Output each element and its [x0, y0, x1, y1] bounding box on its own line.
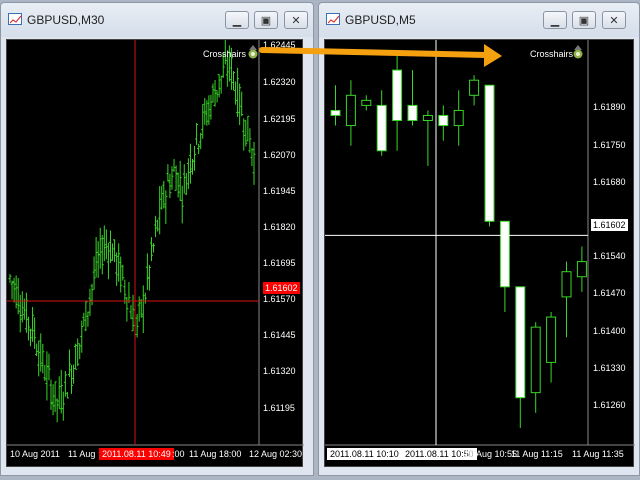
- candle-body: [561, 271, 572, 298]
- crosshair-time-tag: 2011.08.11 10:10: [327, 448, 402, 460]
- crosshair-time-tag: 2011.08.11 10:49: [99, 448, 174, 460]
- candle-body: [376, 104, 387, 152]
- price-label: 1.62320: [263, 77, 296, 87]
- minimize-button[interactable]: ▁: [543, 11, 567, 29]
- close-icon: ✕: [291, 14, 301, 27]
- candle-body: [484, 84, 495, 222]
- candle-body: [499, 220, 510, 288]
- chart-app-icon: [326, 13, 340, 25]
- minimize-icon: ▁: [550, 14, 560, 27]
- candle-body: [438, 114, 449, 127]
- price-label: 1.61195: [263, 403, 295, 413]
- close-button[interactable]: ✕: [602, 11, 626, 29]
- price-label: 1.61820: [263, 222, 296, 232]
- window-title: GBPUSD,M30: [27, 13, 105, 27]
- current-price-tag: 1.61602: [591, 219, 628, 231]
- candle-body: [530, 326, 541, 394]
- candles-plot: [325, 40, 635, 446]
- price-label: 1.62445: [263, 40, 296, 50]
- price-label: 1.61680: [593, 177, 626, 187]
- price-label: 1.61540: [593, 251, 626, 261]
- price-label: 1.61470: [593, 288, 626, 298]
- price-label: 1.61945: [263, 186, 296, 196]
- time-label: :00: [172, 449, 185, 459]
- candle-body: [546, 316, 557, 363]
- candle-body: [422, 114, 433, 122]
- chart-window-m5[interactable]: GBPUSD,M5 ▁ ▣ ✕ Crosshairs 1.61890 1.617…: [318, 2, 640, 476]
- time-label: 11 Aug 11:15: [511, 449, 563, 459]
- price-label: 1.61695: [263, 258, 296, 268]
- price-label: 1.62195: [263, 114, 296, 124]
- time-label: 11 Aug 18:00: [189, 449, 242, 459]
- crosshairs-wizard-icon: [246, 45, 260, 59]
- maximize-icon: ▣: [578, 14, 590, 27]
- maximize-icon: ▣: [260, 14, 272, 27]
- time-label: 10 Aug 2011: [10, 449, 60, 459]
- candle-body: [469, 79, 480, 96]
- price-chart[interactable]: Crosshairs 1.61890 1.61750 1.61680 1.615…: [324, 39, 635, 467]
- time-label: 12 Aug 02:30: [249, 449, 303, 459]
- price-chart[interactable]: Crosshairs 1.62445 1.62320 1.62195 1.620…: [6, 39, 304, 467]
- price-label: 1.61750: [593, 140, 626, 150]
- close-button[interactable]: ✕: [284, 11, 308, 29]
- title-bar[interactable]: GBPUSD,M5 ▁ ▣ ✕: [319, 3, 639, 37]
- candles-plot: [7, 40, 304, 446]
- time-label: 10 Aug 10:55: [464, 449, 518, 459]
- candle-body: [407, 104, 418, 122]
- minimize-icon: ▁: [232, 14, 242, 27]
- close-icon: ✕: [609, 14, 619, 27]
- chart-window-m30[interactable]: GBPUSD,M30 ▁ ▣ ✕ Crosshairs 1.62445 1.62…: [0, 2, 314, 476]
- title-bar[interactable]: GBPUSD,M30 ▁ ▣ ✕: [1, 3, 313, 37]
- price-label: 1.61445: [263, 330, 296, 340]
- time-label: 11 Aug: [68, 449, 96, 459]
- current-price-tag: 1.61602: [263, 282, 300, 294]
- candle-body: [330, 109, 341, 116]
- price-label: 1.62070: [263, 150, 296, 160]
- maximize-button[interactable]: ▣: [254, 11, 278, 29]
- candle-body: [361, 99, 372, 106]
- candle-body: [392, 69, 403, 122]
- crosshairs-wizard-icon: [571, 45, 585, 59]
- price-label: 1.61260: [593, 400, 626, 410]
- price-label: 1.61570: [263, 294, 296, 304]
- price-label: 1.61320: [263, 366, 296, 376]
- minimize-button[interactable]: ▁: [225, 11, 249, 29]
- candle-body: [453, 109, 464, 127]
- maximize-button[interactable]: ▣: [572, 11, 596, 29]
- time-label: 11 Aug 11:35: [572, 449, 624, 459]
- candle-body: [576, 261, 587, 278]
- candle-body: [345, 94, 356, 127]
- crosshairs-label: Crosshairs: [530, 49, 574, 59]
- crosshairs-label: Crosshairs: [203, 49, 247, 59]
- price-label: 1.61890: [593, 102, 626, 112]
- chart-app-icon: [8, 13, 22, 25]
- price-label: 1.61330: [593, 363, 626, 373]
- price-label: 1.61400: [593, 326, 626, 336]
- candle-body: [515, 286, 526, 399]
- window-title: GBPUSD,M5: [345, 13, 416, 27]
